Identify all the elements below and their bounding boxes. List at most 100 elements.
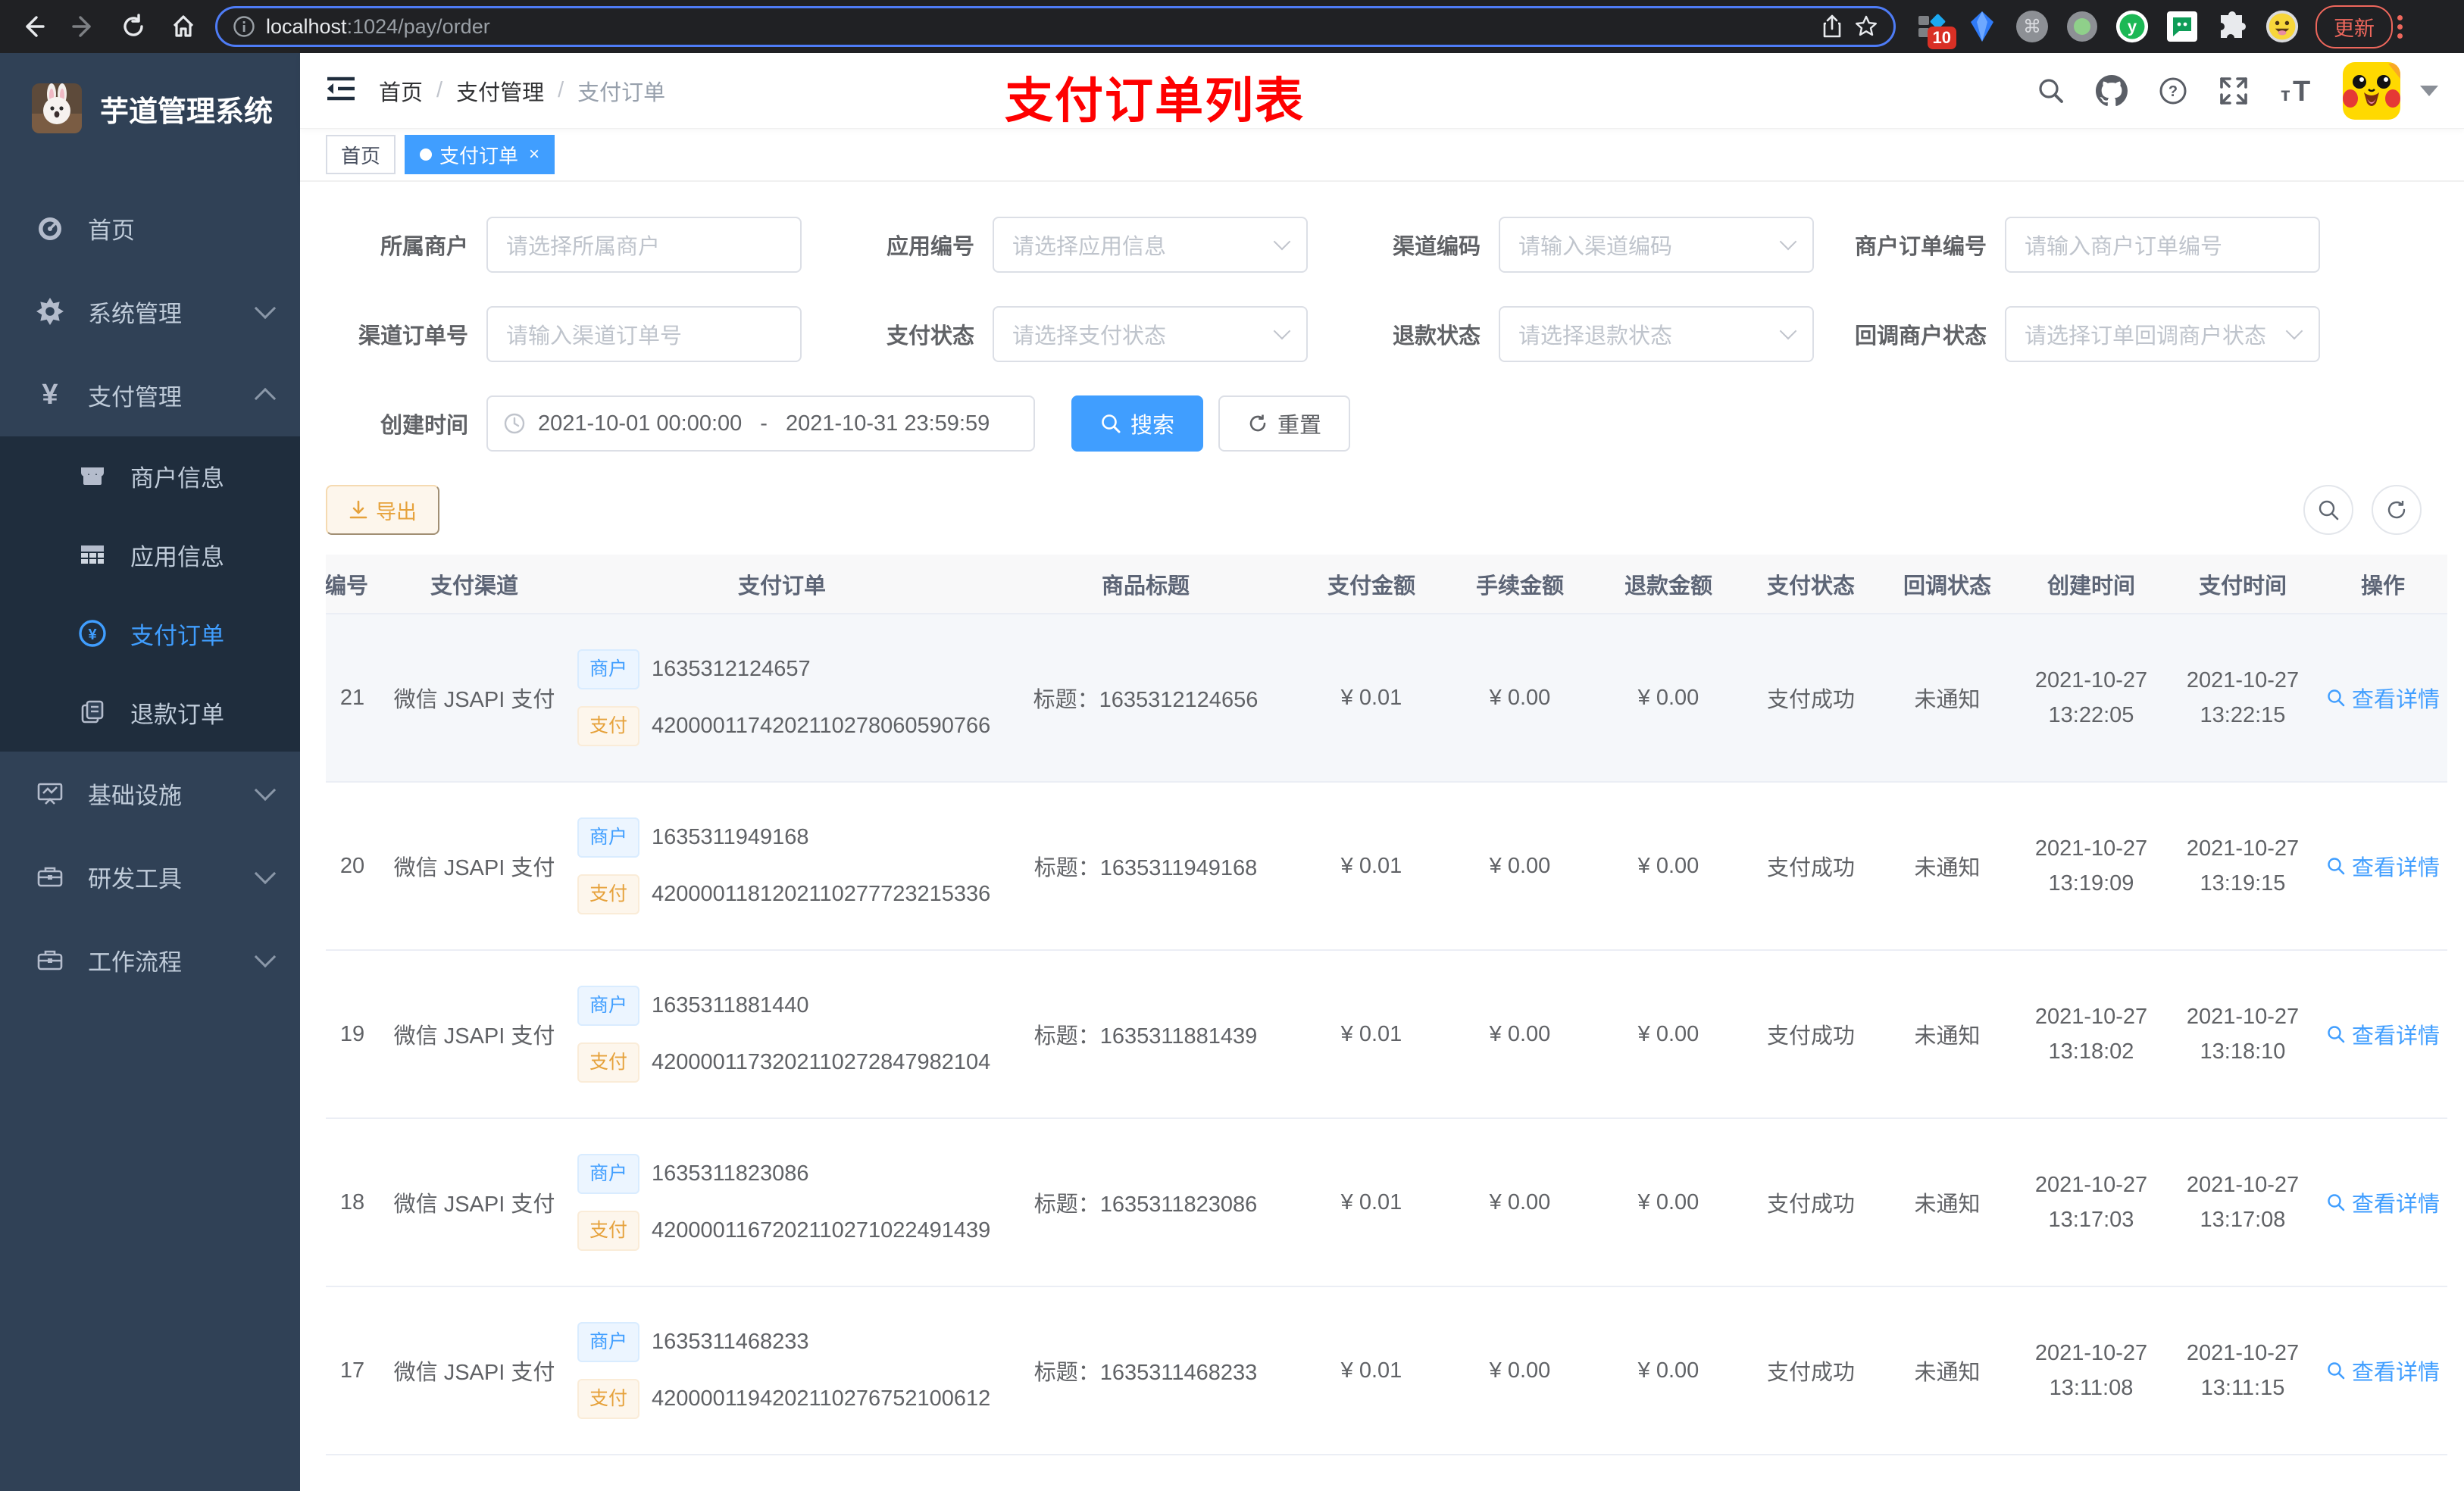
breadcrumb-current: 支付订单 <box>577 80 666 105</box>
browser-menu-icon[interactable] <box>2397 14 2403 39</box>
cell-pay-order: 商户 1635311823086 支付 42000011672021102710… <box>570 1118 994 1287</box>
merchant-select[interactable]: 请选择所属商户 <box>486 217 802 273</box>
sidebar-item-home[interactable]: 首页 <box>0 186 300 270</box>
cell-paid: 2021-10-27 13:17:08 <box>2167 1118 2319 1287</box>
sidebar-item-dev-tools[interactable]: 研发工具 <box>0 835 300 918</box>
forward-icon[interactable] <box>64 7 103 46</box>
col-pay-order: 支付订单 <box>570 555 994 614</box>
sidebar-item-infrastructure[interactable]: 基础设施 <box>0 752 300 835</box>
extension-gem-icon[interactable] <box>1965 10 1999 43</box>
create-time-filter-label: 创建时间 <box>380 414 468 438</box>
sidebar-item-workflow[interactable]: 工作流程 <box>0 918 300 1002</box>
extension-chat-icon[interactable] <box>2165 10 2199 43</box>
chevron-down-icon <box>254 297 277 320</box>
cell-channel: 微信 JSAPI 支付 <box>379 950 570 1119</box>
extensions-puzzle-icon[interactable] <box>2215 10 2249 43</box>
pay-order-no: 4200001181202110277723215336 <box>652 882 991 906</box>
app-select[interactable]: 请选择应用信息 <box>993 217 1308 273</box>
col-actions: 操作 <box>2319 555 2447 614</box>
cell-actions: 查看详情 <box>2319 950 2447 1119</box>
merchant-filter-label: 所属商户 <box>380 235 468 259</box>
chevron-down-icon <box>1273 233 1291 251</box>
cell-created <box>2015 1455 2167 1491</box>
home-icon[interactable] <box>164 7 203 46</box>
sidebar-item-app-info[interactable]: 应用信息 <box>0 515 300 594</box>
search-icon <box>2328 1194 2345 1211</box>
fullscreen-icon[interactable] <box>2219 76 2249 106</box>
view-detail-link[interactable]: 查看详情 <box>2326 1355 2440 1386</box>
reload-icon[interactable] <box>114 7 153 46</box>
sidebar-item-refund-order[interactable]: 退款订单 <box>0 673 300 752</box>
bookmark-star-icon[interactable] <box>1854 14 1878 39</box>
table-refresh-button[interactable] <box>2372 485 2422 535</box>
extension-diamond-icon[interactable]: 10 <box>1915 10 1956 49</box>
notify-status-filter-label: 回调商户状态 <box>1854 324 1987 349</box>
search-icon <box>2328 689 2345 707</box>
cell-id: 20 <box>326 782 379 951</box>
site-info-icon[interactable] <box>233 15 255 38</box>
font-size-icon[interactable]: тT <box>2279 76 2312 106</box>
header-search-icon[interactable] <box>2037 77 2065 105</box>
merchant-badge: 商户 <box>577 817 640 858</box>
tag-home[interactable]: 首页 <box>326 135 396 174</box>
sidebar-item-system[interactable]: 系统管理 <box>0 270 300 353</box>
cell-title: 标题：1635311468233 <box>994 1286 1297 1455</box>
address-bar[interactable]: localhost:1024/pay/order <box>215 6 1896 47</box>
extension-y-icon[interactable]: y <box>2115 10 2149 43</box>
github-icon[interactable] <box>2096 74 2128 107</box>
merchant-badge: 商户 <box>577 1154 640 1194</box>
user-avatar[interactable] <box>2343 61 2400 120</box>
table-row: 商户 1635311354736 支付 <box>326 1455 2447 1491</box>
chevron-down-icon <box>1779 233 1797 251</box>
breadcrumb-home[interactable]: 首页 <box>379 75 423 107</box>
cell-refund: ¥ 0.00 <box>1594 950 1743 1119</box>
pay-status-select[interactable]: 请选择支付状态 <box>993 306 1308 362</box>
help-icon[interactable]: ? <box>2158 76 2188 106</box>
sidebar-item-label: 商户信息 <box>130 464 224 492</box>
svg-text:¥: ¥ <box>88 627 97 643</box>
sidebar-item-payment[interactable]: ¥ 支付管理 <box>0 353 300 436</box>
tag-close-icon[interactable]: × <box>529 144 539 165</box>
toolbox-icon <box>33 862 67 891</box>
sidebar-item-merchant-info[interactable]: 商户信息 <box>0 436 300 515</box>
view-detail-link[interactable]: 查看详情 <box>2326 1018 2440 1050</box>
create-time-range-picker[interactable]: 2021-10-01 00:00:00 - 2021-10-31 23:59:5… <box>486 395 1035 452</box>
cell-title: 标题：1635311823086 <box>994 1118 1297 1287</box>
channel-code-select[interactable]: 请输入渠道编码 <box>1499 217 1814 273</box>
notify-status-select[interactable]: 请选择订单回调商户状态 <box>2005 306 2320 362</box>
merchant-order-no: 1635311823086 <box>652 1161 809 1186</box>
cell-amount: ¥ 0.01 <box>1297 782 1446 951</box>
reset-button[interactable]: 重置 <box>1218 395 1351 452</box>
screen: localhost:1024/pay/order 10 ⌘ y 更新 芋道管理系… <box>0 0 2464 1491</box>
cell-refund: ¥ 0.00 <box>1594 1118 1743 1287</box>
cell-pay-order: 商户 1635312124657 支付 42000011742021102780… <box>570 614 994 783</box>
sidebar-item-label: 基础设施 <box>88 782 182 809</box>
avatar-caret-icon[interactable] <box>2420 85 2438 96</box>
sidebar-item-label: 支付管理 <box>88 383 182 411</box>
view-detail-link[interactable]: 查看详情 <box>2326 1186 2440 1218</box>
extension-command-icon[interactable]: ⌘ <box>2015 10 2049 43</box>
browser-toolbar: localhost:1024/pay/order 10 ⌘ y 更新 <box>0 0 2464 53</box>
extension-dot-icon[interactable] <box>2065 10 2099 43</box>
cell-fee: ¥ 0.00 <box>1446 614 1594 783</box>
back-icon[interactable] <box>14 7 53 46</box>
refund-status-select[interactable]: 请选择退款状态 <box>1499 306 1814 362</box>
share-icon[interactable] <box>1821 14 1843 39</box>
channel-order-input[interactable]: 请输入渠道订单号 <box>486 306 802 362</box>
profile-avatar-emoji[interactable] <box>2265 10 2299 43</box>
table-search-toggle-button[interactable] <box>2303 485 2353 535</box>
cell-pay-order: 商户 1635311468233 支付 42000011942021102767… <box>570 1286 994 1455</box>
merchant-order-input[interactable]: 请输入商户订单编号 <box>2005 217 2320 273</box>
chrome-update-button[interactable]: 更新 <box>2315 5 2393 48</box>
export-button[interactable]: 导出 <box>326 485 439 535</box>
view-detail-link[interactable]: 查看详情 <box>2326 682 2440 714</box>
tag-pay-order[interactable]: 支付订单 × <box>405 135 555 174</box>
sidebar-item-pay-order[interactable]: ¥ 支付订单 <box>0 594 300 673</box>
breadcrumb-payment[interactable]: 支付管理 <box>456 75 544 107</box>
sidebar-collapse-icon[interactable] <box>326 75 356 106</box>
view-detail-link[interactable]: 查看详情 <box>2326 850 2440 882</box>
url-text: localhost:1024/pay/order <box>266 14 490 38</box>
cell-channel: 微信 JSAPI 支付 <box>379 1286 570 1455</box>
search-button[interactable]: 搜索 <box>1071 395 1204 452</box>
pay-badge: 支付 <box>577 1379 640 1419</box>
